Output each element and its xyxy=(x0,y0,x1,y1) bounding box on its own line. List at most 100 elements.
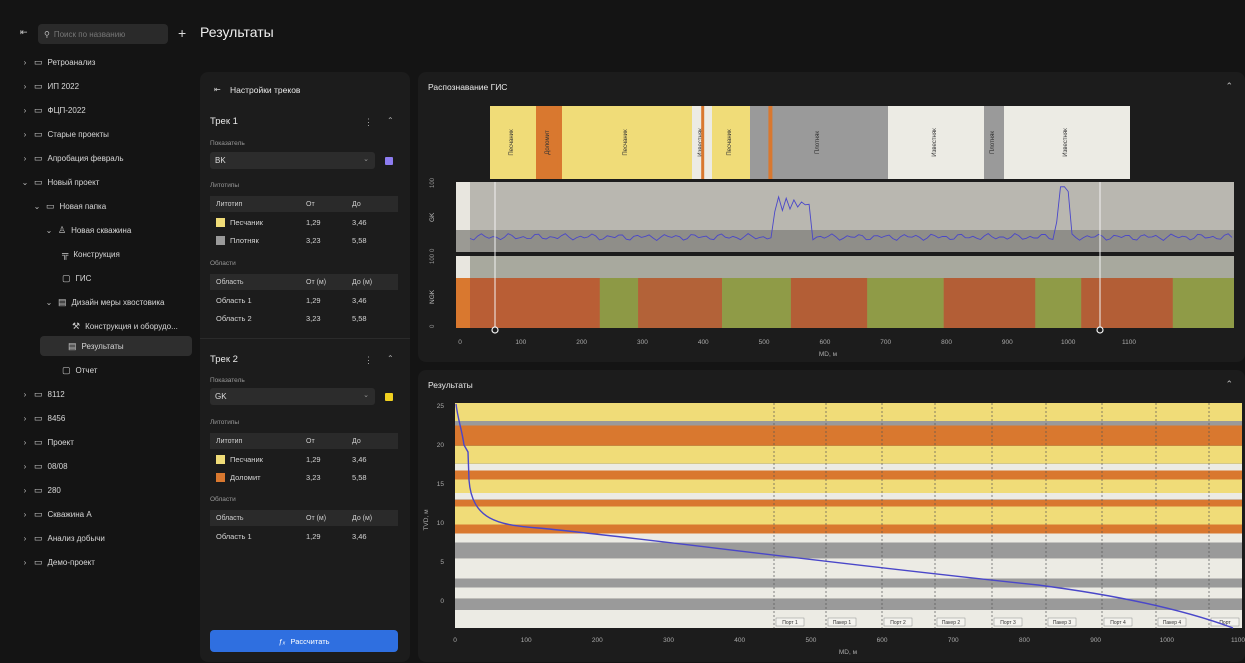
y-tick-label: 20 xyxy=(437,442,445,449)
x-tick-label: 1100 xyxy=(1122,339,1136,346)
indicator-color-swatch[interactable] xyxy=(385,157,393,165)
tree-item[interactable]: ⚒ Конструкция и оборудо... xyxy=(68,316,178,336)
ngk-segment xyxy=(470,278,600,328)
ngk-segment xyxy=(1172,278,1234,328)
search-input[interactable]: ⚲ Поиск по названию xyxy=(38,24,168,44)
app-window: { "header": {"title": "Результаты"}, "si… xyxy=(0,0,1245,663)
gk-track-left-band xyxy=(456,230,470,252)
table-row[interactable]: Песчаник 1,29 3,46 xyxy=(210,213,398,231)
lithotypes-label: Литотипы xyxy=(210,182,240,189)
litho-band xyxy=(455,587,1242,599)
x-tick-label: 1100 xyxy=(1231,637,1245,644)
track2-title: Трек 2 xyxy=(210,354,238,365)
tree-item[interactable]: › ▭ 8456 xyxy=(20,408,66,428)
folder-icon: ▭ xyxy=(34,80,43,91)
table-row[interactable]: Область 2 3,23 5,58 xyxy=(210,309,398,327)
litho-layer-label: Песчаник xyxy=(727,129,733,156)
marker-label: Порт 3 xyxy=(1000,620,1016,626)
chevron-right-icon: › xyxy=(23,129,27,139)
folder-icon: ▭ xyxy=(34,532,43,543)
litho-band xyxy=(455,598,1242,610)
tree-item[interactable]: › ▭ Анализ добычи xyxy=(20,528,105,548)
tree-item[interactable]: ⌄ ♙ Новая скважина xyxy=(44,220,132,240)
litho-band xyxy=(455,463,1242,471)
more-icon[interactable]: ⋮ xyxy=(364,117,373,128)
x-tick-label: 300 xyxy=(663,637,674,644)
chevron-right-icon: › xyxy=(23,105,27,115)
chevron-right-icon: › xyxy=(23,413,27,423)
tree-item[interactable]: › ▭ 8112 xyxy=(20,384,65,404)
add-project-button[interactable]: + xyxy=(178,25,186,41)
tree-item[interactable]: › ▭ Скважина А xyxy=(20,504,92,524)
chevron-up-icon[interactable]: ⌃ xyxy=(387,354,394,363)
tree-item[interactable]: › ▭ Старые проекты xyxy=(20,124,109,144)
tree-item[interactable]: › ▭ 280 xyxy=(20,480,61,500)
litho-band xyxy=(455,499,1242,507)
lithotypes-label: Литотипы xyxy=(210,419,240,426)
chevron-down-icon: ⌄ xyxy=(45,225,53,235)
tree-item[interactable]: ⌄ ▭ Новый проект xyxy=(20,172,100,192)
search-placeholder: Поиск по названию xyxy=(53,29,126,39)
ngk-segment xyxy=(1081,278,1173,328)
x-tick-label: 200 xyxy=(592,637,603,644)
tree-item[interactable]: › ▭ Проект xyxy=(20,432,74,452)
x-tick-label: 1000 xyxy=(1061,339,1076,346)
tree-item[interactable]: ▢ ГИС xyxy=(58,268,91,288)
table-row[interactable]: Область 1 1,29 3,46 xyxy=(210,291,398,309)
results-panel: Результаты ⌃ Порт 1 Пакер 1 Порт 2 Пакер 2П… xyxy=(418,370,1245,662)
more-icon[interactable]: ⋮ xyxy=(364,355,373,366)
x-tick-label: 300 xyxy=(637,339,648,346)
litho-band xyxy=(455,445,1242,464)
tree-item[interactable]: › ▭ ИП 2022 xyxy=(20,76,79,96)
litho-band xyxy=(455,479,1242,493)
tree-item-active[interactable]: ▤ Результаты xyxy=(40,336,192,356)
indicator-color-swatch[interactable] xyxy=(385,393,393,401)
x-axis-label: MD, м xyxy=(819,351,838,358)
tree-item[interactable]: › ▭ 08/08 xyxy=(20,456,68,476)
x-tick-label: 600 xyxy=(819,339,830,346)
tree-item[interactable]: › ▭ Апробация февраль xyxy=(20,148,124,168)
y-tick-label: 25 xyxy=(437,403,445,410)
y-tick-label: 15 xyxy=(437,481,445,488)
table-row[interactable]: Плотняк 3,23 5,58 xyxy=(210,231,398,249)
tree-item[interactable]: › ▭ ФЦП-2022 xyxy=(20,100,86,120)
tree-item[interactable]: ⌄ ▭ Новая папка xyxy=(32,196,107,216)
indicator-select[interactable]: BK ⌄ xyxy=(210,152,375,169)
well-icon: ♙ xyxy=(58,224,67,235)
ngk-segment xyxy=(1035,278,1082,328)
marker-label: Пакер 1 xyxy=(833,620,852,626)
litho-band xyxy=(455,558,1242,579)
table-row[interactable]: Песчаник 1,29 3,46 xyxy=(210,450,398,468)
indicator-select[interactable]: GK ⌄ xyxy=(210,388,375,405)
calculate-button[interactable]: ƒₓ Рассчитать xyxy=(210,630,398,652)
tree-item[interactable]: › ▭ Ретроанализ xyxy=(20,52,96,72)
chevron-up-icon[interactable]: ⌃ xyxy=(387,116,394,125)
ngk-track-top xyxy=(456,256,1234,278)
gk-track-label: GK xyxy=(429,212,436,222)
litho-layer-label: Известняк xyxy=(932,128,938,157)
ngk-left-top xyxy=(456,256,470,278)
litho-layer-label: Известняк xyxy=(1063,128,1069,157)
collapse-panel-icon[interactable]: ⇤ xyxy=(214,85,221,94)
tree-item[interactable]: ▢ Отчет xyxy=(58,360,97,380)
table-row[interactable]: Доломит 3,23 5,58 xyxy=(210,468,398,486)
areas-label: Области xyxy=(210,496,236,503)
color-swatch xyxy=(216,235,225,245)
litho-band xyxy=(455,470,1242,480)
y-min-label: 0 xyxy=(430,324,436,328)
collapse-sidebar-icon[interactable]: ⇤ xyxy=(20,27,28,38)
tree-item[interactable]: ╦ Конструкция xyxy=(58,244,120,264)
y-tick-label: 10 xyxy=(437,520,445,527)
chevron-down-icon: ⌄ xyxy=(21,177,29,187)
tree-item[interactable]: › ▭ Демо-проект xyxy=(20,552,95,572)
table-row[interactable]: Область 1 1,29 3,46 xyxy=(210,527,398,545)
list-icon: ▤ xyxy=(58,296,67,307)
tree-item[interactable]: ⌄ ▤ Дизайн меры хвостовика xyxy=(44,292,165,312)
y-max-label: 100 xyxy=(430,177,436,188)
document-icon: ▢ xyxy=(62,272,71,283)
x-tick-label: 0 xyxy=(458,339,462,346)
litho-layer-label: Песчаник xyxy=(623,129,629,156)
marker-label: Пакер 4 xyxy=(1163,620,1182,626)
marker-label: Порт 1 xyxy=(782,620,798,626)
track1-title: Трек 1 xyxy=(210,116,238,127)
